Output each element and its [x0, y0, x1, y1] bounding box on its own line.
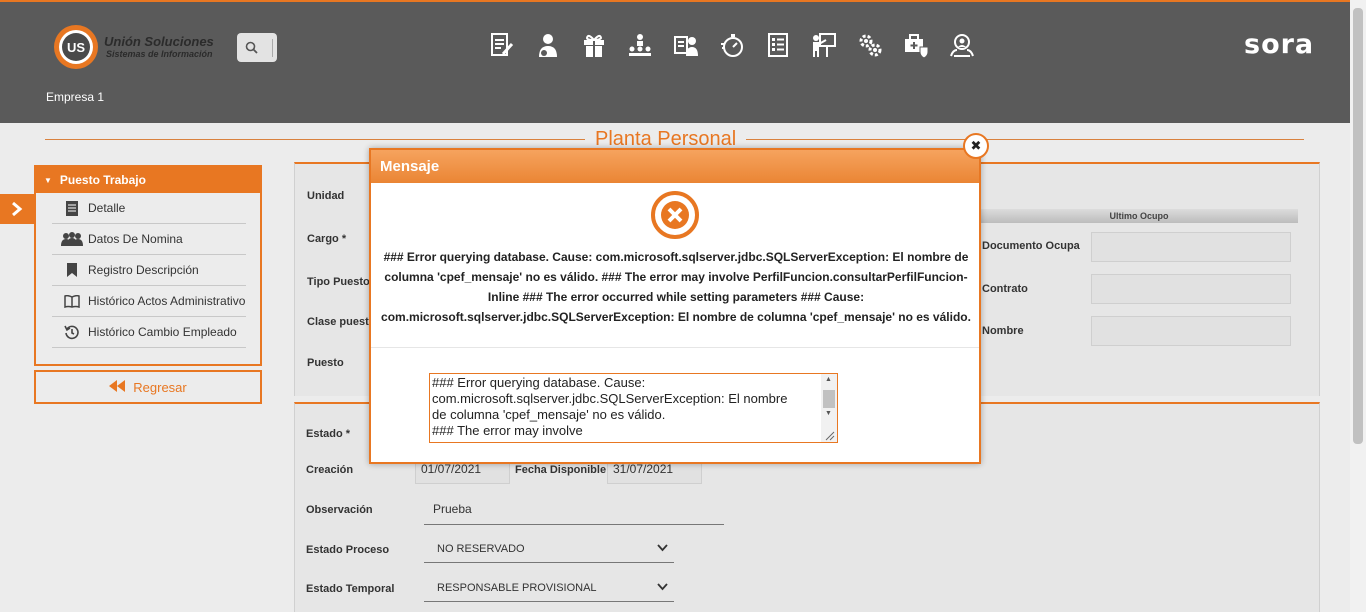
search-icon: [245, 41, 258, 54]
sidebar-item-historico-cambio[interactable]: Histórico Cambio Empleado: [52, 317, 246, 348]
estado-proceso-label: Estado Proceso: [306, 544, 390, 556]
back-label: Regresar: [133, 379, 187, 395]
app-header: US Unión Soluciones Sistemas de Informac…: [0, 2, 1350, 123]
sidebar-header[interactable]: ▼ Puesto Trabajo: [36, 167, 260, 193]
person-tie-icon[interactable]: [534, 31, 562, 59]
back-button[interactable]: Regresar: [34, 370, 262, 404]
search-button[interactable]: [237, 33, 277, 62]
estado-temporal-label: Estado Temporal: [306, 583, 395, 595]
close-icon: ✖: [970, 138, 982, 153]
page-scrollbar[interactable]: [1350, 0, 1366, 612]
clase-puesto-label: Clase puest: [307, 316, 369, 328]
checklist-icon[interactable]: [764, 31, 792, 59]
sora-brand: sora: [1244, 29, 1315, 60]
sidebar-item-registro-descripcion[interactable]: Registro Descripción: [52, 255, 246, 286]
estado-proceso-value: NO RESERVADO: [437, 543, 525, 555]
sidebar-menu: ▼ Puesto Trabajo Detalle Datos De Nomina…: [34, 165, 262, 366]
nombre-label: Nombre: [982, 325, 1024, 337]
dialog-divider: [371, 347, 979, 348]
page-scrollbar-thumb[interactable]: [1353, 8, 1363, 444]
contrato-label: Contrato: [982, 283, 1028, 295]
estado-temporal-value: RESPONSABLE PROVISIONAL: [437, 582, 597, 594]
cargo-label: Cargo *: [307, 233, 347, 245]
sidebar-item-label: Registro Descripción: [88, 263, 199, 277]
creacion-label: Creación: [306, 464, 354, 476]
history-icon: [60, 324, 84, 340]
org-chart-icon[interactable]: [626, 31, 654, 59]
estado-temporal-select[interactable]: RESPONSABLE PROVISIONAL: [424, 582, 674, 602]
search-people-icon[interactable]: [948, 31, 976, 59]
chevron-down-icon: [657, 582, 668, 594]
estado-proceso-select[interactable]: NO RESERVADO: [424, 543, 674, 563]
sidebar-toggle[interactable]: [0, 194, 34, 224]
bookmark-icon: [60, 263, 84, 277]
error-details-line: com.microsoft.sqlserver.jdbc.SQLServerEx…: [432, 391, 788, 406]
fecha-disponible-label: Fecha Disponible: [515, 464, 607, 476]
scroll-up-icon[interactable]: ▲: [825, 376, 832, 383]
company-name: Empresa 1: [46, 90, 105, 104]
chevron-down-icon: [657, 543, 668, 555]
error-message: ### Error querying database. Cause: com.…: [381, 250, 971, 324]
presentation-icon[interactable]: [810, 31, 838, 59]
sidebar-item-label: Detalle: [88, 201, 126, 215]
medical-bag-icon[interactable]: [902, 31, 930, 59]
scroll-down-icon[interactable]: ▼: [825, 410, 832, 417]
error-details-line: ### Error querying database. Cause:: [432, 375, 646, 390]
error-details-line: ### The error may involve: [432, 423, 583, 438]
textarea-scrollbar[interactable]: ▲ ▼: [821, 374, 837, 442]
textarea-scrollbar-thumb[interactable]: [823, 390, 835, 408]
logo-subtitle: Sistemas de Información: [106, 49, 213, 59]
sidebar-item-datos-nomina[interactable]: Datos De Nomina: [52, 224, 246, 255]
document-edit-icon[interactable]: [488, 31, 516, 59]
gears-icon[interactable]: [856, 31, 884, 59]
unidad-label: Unidad: [307, 190, 345, 202]
logo-title: Unión Soluciones: [104, 34, 214, 49]
error-details-textarea[interactable]: ### Error querying database. Cause: com.…: [429, 373, 838, 443]
documento-ocupa-label: Documento Ocupa: [982, 240, 1080, 252]
sidebar-item-historico-actos[interactable]: Histórico Actos Administrativo: [52, 286, 246, 317]
document-icon: [60, 200, 84, 216]
union-soluciones-logo[interactable]: US: [53, 24, 99, 70]
double-chevron-left-icon: [109, 379, 126, 395]
resize-grip-icon[interactable]: [823, 429, 835, 441]
caret-down-icon: ▼: [44, 175, 52, 185]
chevron-right-icon: [12, 201, 23, 217]
message-dialog: Mensaje ### Error querying database. Cau…: [369, 148, 981, 464]
book-icon: [60, 294, 84, 308]
estado-label: Estado *: [306, 428, 351, 440]
observacion-field[interactable]: Prueba: [424, 502, 724, 525]
ultimo-ocupo-header: Ultimo Ocupo: [980, 209, 1298, 223]
error-details-line: de columna 'cpef_mensaje' no es válido.: [432, 407, 666, 422]
id-card-person-icon[interactable]: [672, 31, 700, 59]
users-icon: [60, 232, 84, 246]
puesto-label: Puesto: [307, 357, 344, 369]
error-details-text: ### Error querying database. Cause: com.…: [432, 375, 822, 439]
tipo-puesto-label: Tipo Puesto: [307, 276, 370, 288]
observacion-label: Observación: [306, 504, 373, 516]
documento-ocupa-field[interactable]: [1091, 232, 1291, 262]
search-separator: [272, 39, 273, 57]
module-nav: [488, 31, 994, 61]
sidebar-title: Puesto Trabajo: [59, 173, 146, 187]
nombre-field[interactable]: [1091, 316, 1291, 346]
logo-badge: US: [67, 40, 85, 55]
error-icon: [651, 191, 699, 239]
sidebar-item-detalle[interactable]: Detalle: [52, 193, 246, 224]
sidebar-item-label: Histórico Actos Administrativo: [88, 294, 246, 308]
sidebar-item-label: Datos De Nomina: [88, 232, 183, 246]
dialog-close-button[interactable]: ✖: [963, 133, 989, 159]
contrato-field[interactable]: [1091, 274, 1291, 304]
gift-icon[interactable]: [580, 31, 608, 59]
stopwatch-icon[interactable]: [718, 31, 746, 59]
sidebar-item-label: Histórico Cambio Empleado: [88, 325, 237, 339]
dialog-title: Mensaje: [371, 150, 979, 183]
